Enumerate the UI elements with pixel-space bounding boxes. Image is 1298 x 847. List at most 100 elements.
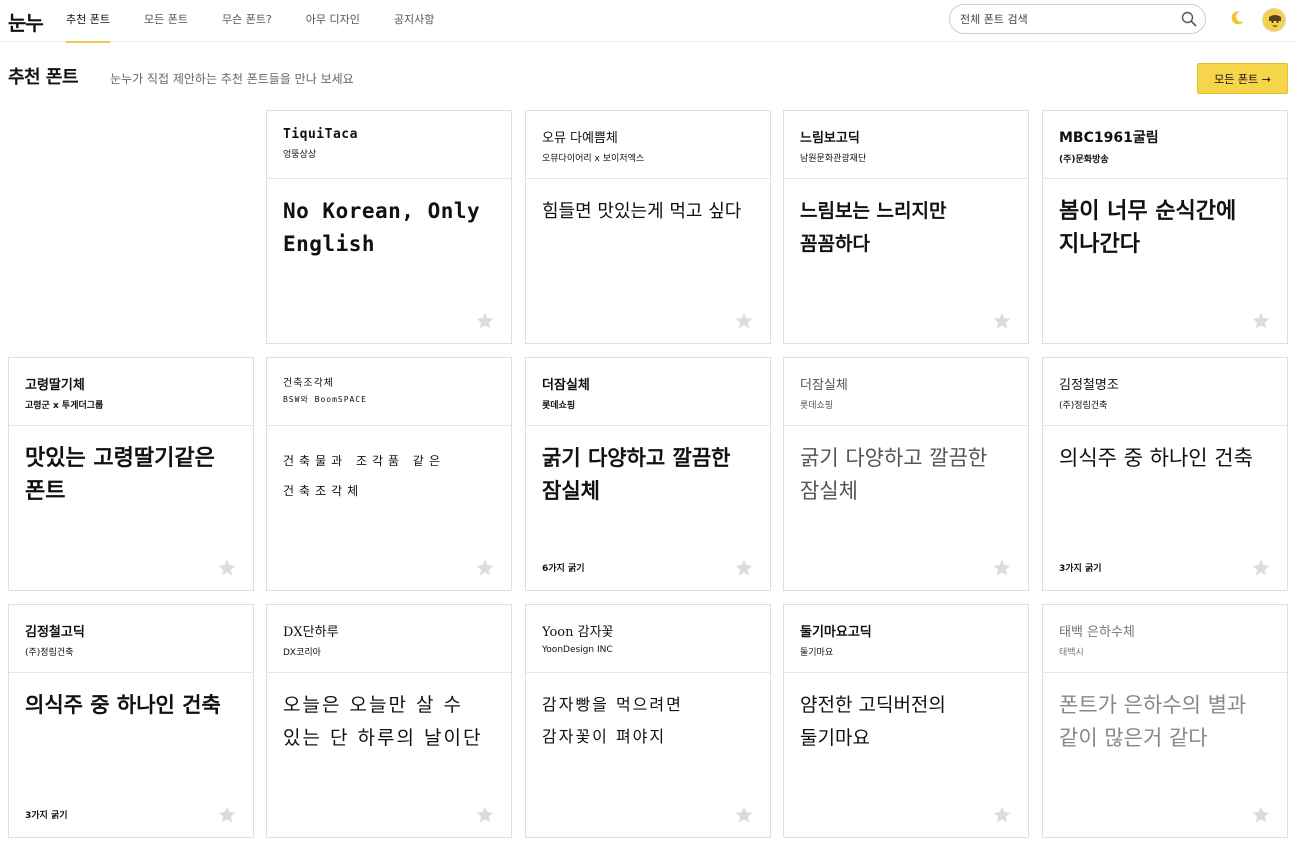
font-card[interactable]: Yoon 감자꽃 YoonDesign INC 감자빵을 먹으려면 감자꽃이 펴… [525,604,771,838]
font-card-header: 둘기마요고딕 둘기마요 [784,605,1028,673]
font-sample-text: 굵기 다양하고 깔끔한 잠실체 [800,446,988,503]
font-card-header: 김정철고딕 (주)정림건축 [9,605,253,673]
font-card-header: 느림보고딕 남원문화관광재단 [784,111,1028,179]
star-icon[interactable] [475,805,495,825]
font-sample-text: 건축물과 조각품 같은 건축조각체 [283,454,445,498]
nav-notices[interactable]: 공지사항 [394,0,434,42]
font-card[interactable]: 느림보고딕 남원문화관광재단 느림보는 느리지만 꼼꼼하다 [783,110,1029,344]
font-sample-text: 오늘은 오늘만 살 수 있는 단 하루의 날이단 [283,694,483,749]
font-maker: YoonDesign INC [542,645,613,655]
font-maker: (주)문화방송 [1059,155,1109,165]
font-card-header: TiquiTaca 엉뚱상상 [267,111,511,179]
font-card-header: 더잠실체 롯데쇼핑 [526,358,770,426]
moon-icon[interactable] [1228,9,1246,27]
font-name: DX단하루 [283,625,339,640]
font-maker: (주)정림건축 [1059,401,1108,411]
font-sample-text: 맛있는 고령딸기같은 폰트 [25,446,215,504]
font-name: 김정철명조 [1059,378,1119,393]
font-card[interactable]: 둘기마요고딕 둘기마요 얌전한 고딕버전의 둘기마요 [783,604,1029,838]
site-logo[interactable]: 눈누 [8,7,44,36]
star-icon[interactable] [475,311,495,331]
font-card[interactable]: TiquiTaca 엉뚱상상 No Korean, Only English [266,110,512,344]
avatar[interactable] [1262,8,1286,32]
font-maker: 고령군 x 투게더그룹 [25,401,104,411]
font-card-header: 고령딸기체 고령군 x 투게더그룹 [9,358,253,426]
star-icon[interactable] [734,558,754,578]
font-weights: 6가지 굵기 [542,564,585,574]
font-name: 오뮤 다예쁨체 [542,131,618,146]
font-card-header: MBC1961굴림 (주)문화방송 [1043,111,1287,179]
font-maker: 롯데쇼핑 [800,401,834,411]
search-input[interactable] [960,10,1170,28]
font-sample-text: 힘들면 맛있는게 먹고 싶다 [542,201,742,222]
font-maker: DX코리아 [283,648,321,658]
page-title: 추천 폰트 [8,67,79,88]
font-maker: 오뮤다이어리 x 보이저엑스 [542,154,645,164]
star-icon[interactable] [1251,311,1271,331]
font-maker: 남원문화관광재단 [800,154,867,164]
font-name: 고령딸기체 [25,378,85,393]
font-card[interactable]: DX단하루 DX코리아 오늘은 오늘만 살 수 있는 단 하루의 날이단 [266,604,512,838]
search-box [949,4,1206,34]
font-sample-text: 얌전한 고딕버전의 둘기마요 [800,694,946,749]
font-sample-text: 봄이 너무 순식간에 지나간다 [1059,199,1237,257]
font-maker: 엉뚱상상 [283,150,317,160]
star-icon[interactable] [734,311,754,331]
search-icon[interactable] [1181,11,1197,27]
main-nav: 추천 폰트 모든 폰트 무슨 폰트? 아무 디자인 공지사항 [66,0,468,43]
star-icon[interactable] [217,805,237,825]
font-sample-text: 의식주 중 하나인 건축 [25,693,221,717]
font-name: 느림보고딕 [800,131,860,146]
font-maker: 태백시 [1059,648,1084,658]
font-name: 둘기마요고딕 [800,625,872,640]
font-card-header: Yoon 감자꽃 YoonDesign INC [526,605,770,673]
font-card-header: 건축조각체 BSW와 BoomSPACE [267,358,511,426]
font-card[interactable]: MBC1961굴림 (주)문화방송 봄이 너무 순식간에 지나간다 [1042,110,1288,344]
font-maker: (주)정림건축 [25,648,74,658]
font-card[interactable]: 김정철고딕 (주)정림건축 의식주 중 하나인 건축 3가지 굵기 [8,604,254,838]
font-sample-text: 굵기 다양하고 깔끔한 잠실체 [542,446,731,503]
font-card[interactable]: 더잠실체 롯데쇼핑 굵기 다양하고 깔끔한 잠실체 6가지 굵기 [525,357,771,591]
font-card[interactable]: 태백 은하수체 태백시 폰트가 은하수의 별과 같이 많은거 같다 [1042,604,1288,838]
font-name: MBC1961굴림 [1059,130,1159,146]
font-card[interactable]: 고령딸기체 고령군 x 투게더그룹 맛있는 고령딸기같은 폰트 [8,357,254,591]
font-sample-text: No Korean, Only English [283,199,481,256]
font-name: TiquiTaca [283,127,358,142]
font-name: 김정철고딕 [25,625,85,640]
star-icon[interactable] [1251,805,1271,825]
star-icon[interactable] [734,805,754,825]
font-card[interactable]: 건축조각체 BSW와 BoomSPACE 건축물과 조각품 같은 건축조각체 [266,357,512,591]
font-sample-text: 느림보는 느리지만 꼼꼼하다 [800,200,947,255]
font-name: 더잠실체 [542,378,590,393]
nav-any-design[interactable]: 아무 디자인 [306,0,360,42]
font-name: Yoon 감자꽃 [542,625,614,640]
nav-recommended-fonts[interactable]: 추천 폰트 [66,0,110,43]
star-icon[interactable] [1251,558,1271,578]
font-card-header: DX단하루 DX코리아 [267,605,511,673]
star-icon[interactable] [217,558,237,578]
nav-all-fonts[interactable]: 모든 폰트 [144,0,188,42]
star-icon[interactable] [475,558,495,578]
all-fonts-button[interactable]: 모든 폰트 → [1197,63,1288,94]
nav-what-font[interactable]: 무슨 폰트? [222,0,272,42]
font-card[interactable]: 김정철명조 (주)정림건축 의식주 중 하나인 건축 3가지 굵기 [1042,357,1288,591]
star-icon[interactable] [992,558,1012,578]
font-weights: 3가지 굵기 [25,811,68,821]
star-icon[interactable] [992,311,1012,331]
font-maker: 둘기마요 [800,648,834,658]
font-sample-text: 폰트가 은하수의 별과 같이 많은거 같다 [1059,693,1247,750]
font-maker: BSW와 BoomSPACE [283,395,367,404]
font-card-header: 오뮤 다예쁨체 오뮤다이어리 x 보이저엑스 [526,111,770,179]
font-name: 태백 은하수체 [1059,625,1135,640]
top-navigation-bar: 눈누 추천 폰트 모든 폰트 무슨 폰트? 아무 디자인 공지사항 [0,0,1298,43]
font-card[interactable]: 더잠실체 롯데쇼핑 굵기 다양하고 깔끔한 잠실체 [783,357,1029,591]
font-name: 건축조각체 [283,378,334,389]
star-icon[interactable] [992,805,1012,825]
avatar-face-icon [1263,9,1285,31]
font-card[interactable]: 오뮤 다예쁨체 오뮤다이어리 x 보이저엑스 힘들면 맛있는게 먹고 싶다 [525,110,771,344]
font-maker: 롯데쇼핑 [542,401,576,411]
page-subtitle: 눈누가 직접 제안하는 추천 폰트들을 만나 보세요 [110,72,354,86]
font-card-header: 더잠실체 롯데쇼핑 [784,358,1028,426]
font-sample-text: 감자빵을 먹으려면 감자꽃이 펴야지 [542,695,683,746]
font-weights: 3가지 굵기 [1059,564,1102,574]
